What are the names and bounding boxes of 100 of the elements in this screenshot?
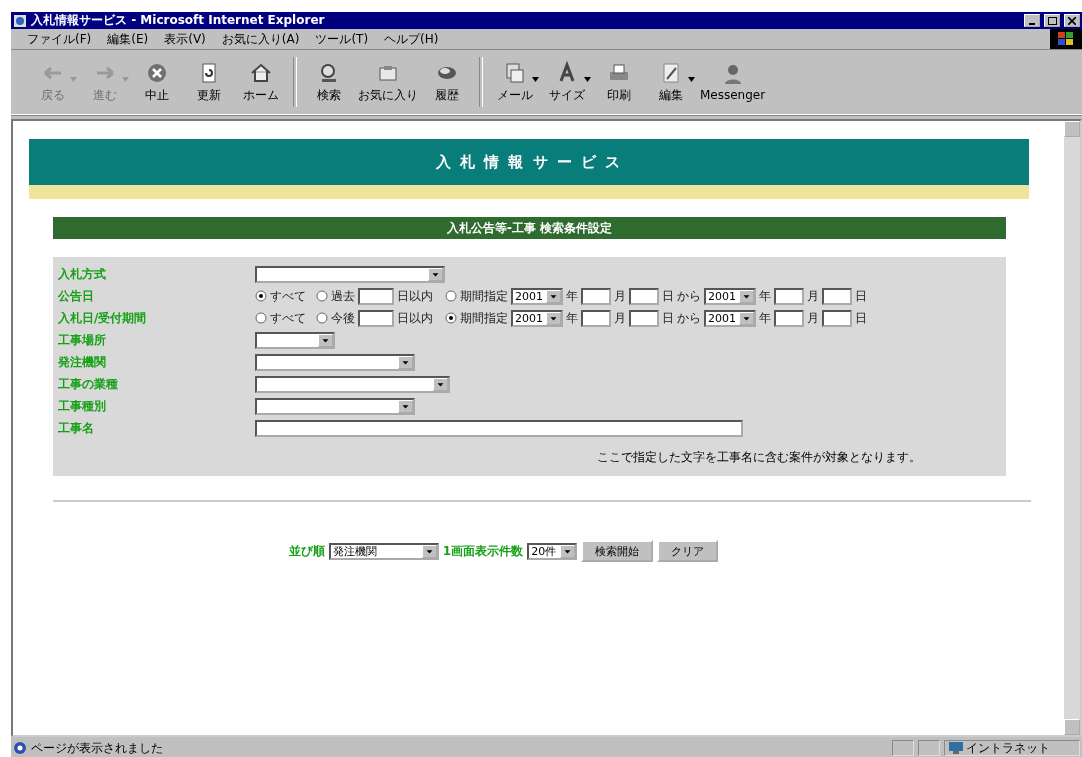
- input-field[interactable]: [581, 287, 611, 305]
- dropdown[interactable]: [255, 397, 415, 415]
- dropdown[interactable]: [255, 353, 415, 371]
- radio-button[interactable]: [316, 312, 328, 324]
- field-unit: 日以内: [397, 309, 433, 327]
- maximize-icon: [1047, 16, 1057, 25]
- input-field[interactable]: [822, 287, 852, 305]
- dropdown[interactable]: 2001: [511, 309, 563, 327]
- dropdown[interactable]: [255, 265, 445, 283]
- status-pane: [892, 740, 914, 756]
- field-unit: から: [677, 309, 701, 327]
- dropdown[interactable]: 2001: [511, 287, 563, 305]
- caret-icon: [532, 76, 539, 82]
- minimize-icon: [1029, 22, 1035, 25]
- banner: 入 札 情 報 サ ー ビ ス: [29, 139, 1029, 185]
- input-field[interactable]: [774, 287, 804, 305]
- toolbar-button[interactable]: メール: [489, 60, 541, 104]
- toolbar-button[interactable]: 印刷: [593, 60, 645, 104]
- field-unit: 月: [807, 287, 819, 305]
- input-field[interactable]: [629, 287, 659, 305]
- radio-button[interactable]: [445, 312, 457, 324]
- toolbar-button[interactable]: 編集: [645, 60, 697, 104]
- input-field[interactable]: [581, 309, 611, 327]
- field-unit: 年: [759, 287, 771, 305]
- field-label: 工事名: [58, 419, 95, 437]
- field-label: 入札日/受付期間: [58, 309, 148, 327]
- radio-button[interactable]: [255, 312, 267, 324]
- dropdown[interactable]: 20件: [527, 542, 578, 560]
- per-page-label: 1画面表示件数: [442, 542, 524, 560]
- toolbar-button[interactable]: 検索: [303, 60, 355, 104]
- field-unit: から: [677, 287, 701, 305]
- field-unit: 日: [855, 287, 867, 305]
- radio-label: 期間指定: [460, 287, 508, 305]
- caret-icon: [70, 76, 77, 82]
- input-field[interactable]: [358, 309, 394, 327]
- close-button[interactable]: [1064, 14, 1080, 27]
- mail-icon: [503, 60, 527, 85]
- toolbar-button[interactable]: 履歴: [421, 60, 473, 104]
- toolbar-button[interactable]: ホーム: [235, 60, 287, 104]
- section-title: 入札公告等-工事 検索条件設定: [53, 217, 1006, 239]
- menu-item[interactable]: お気に入り(A): [213, 28, 308, 50]
- field-unit: 月: [614, 287, 626, 305]
- minimize-button[interactable]: [1024, 14, 1040, 27]
- field-unit: 月: [807, 309, 819, 327]
- menu-item[interactable]: ヘルプ(H): [376, 28, 447, 50]
- note-text: ここで指定した文字を工事名に含む案件が対象となります。: [597, 449, 921, 466]
- field-label: 工事種別: [58, 397, 107, 415]
- browser-icon: [13, 13, 27, 28]
- field-label: 公告日: [58, 287, 95, 305]
- field-unit: 年: [566, 309, 578, 327]
- field-unit: 年: [566, 287, 578, 305]
- zone-text: イントラネット: [966, 739, 1050, 757]
- menu-item[interactable]: 表示(V): [156, 28, 214, 50]
- sort-label: 並び順: [288, 542, 325, 560]
- radio-label: 今後: [331, 309, 355, 327]
- dropdown[interactable]: 2001: [704, 309, 756, 327]
- field-label: 工事場所: [58, 331, 107, 349]
- caret-icon: [122, 76, 129, 82]
- dropdown[interactable]: [255, 375, 450, 393]
- field-unit: 日: [662, 309, 674, 327]
- field-unit: 日以内: [397, 287, 433, 305]
- status-text: ページが表示されました: [31, 739, 164, 757]
- close-icon: [1068, 16, 1076, 25]
- scrollbar[interactable]: [1064, 121, 1080, 735]
- input-field[interactable]: [358, 287, 394, 305]
- menu-item[interactable]: ツール(T): [307, 28, 377, 50]
- caret-icon: [584, 76, 591, 82]
- radio-label: 期間指定: [460, 309, 508, 327]
- radio-label: すべて: [270, 287, 306, 305]
- radio-label: 過去: [331, 287, 355, 305]
- form-button[interactable]: クリア: [657, 540, 719, 562]
- radio-button[interactable]: [255, 290, 267, 302]
- menu-item[interactable]: ファイル(F): [19, 28, 100, 50]
- menu-item[interactable]: 編集(E): [99, 28, 157, 50]
- input-field[interactable]: [629, 309, 659, 327]
- radio-button[interactable]: [445, 290, 457, 302]
- field-unit: 日: [855, 309, 867, 327]
- toolbar-button[interactable]: お気に入り: [355, 60, 421, 104]
- dropdown[interactable]: [255, 331, 335, 349]
- input-field[interactable]: [255, 419, 743, 437]
- field-label: 工事の業種: [58, 375, 119, 393]
- field-label: 発注機関: [58, 353, 107, 371]
- form-button[interactable]: 検索開始: [581, 540, 654, 562]
- radio-label: すべて: [270, 309, 306, 327]
- network-icon: [949, 742, 963, 754]
- status-pane: [918, 740, 940, 756]
- dropdown[interactable]: 発注機関: [328, 542, 439, 560]
- input-field[interactable]: [774, 309, 804, 327]
- input-field[interactable]: [822, 309, 852, 327]
- field-unit: 日: [662, 287, 674, 305]
- field-unit: 月: [614, 309, 626, 327]
- field-unit: 年: [759, 309, 771, 327]
- dropdown[interactable]: 2001: [704, 287, 756, 305]
- toolbar-button[interactable]: 中止: [131, 60, 183, 104]
- maximize-button[interactable]: [1044, 14, 1060, 27]
- toolbar-button[interactable]: サイズ: [541, 60, 593, 104]
- caret-icon: [688, 76, 695, 82]
- radio-button[interactable]: [316, 290, 328, 302]
- toolbar-button[interactable]: 更新: [183, 60, 235, 104]
- toolbar-button[interactable]: Messenger: [697, 62, 769, 102]
